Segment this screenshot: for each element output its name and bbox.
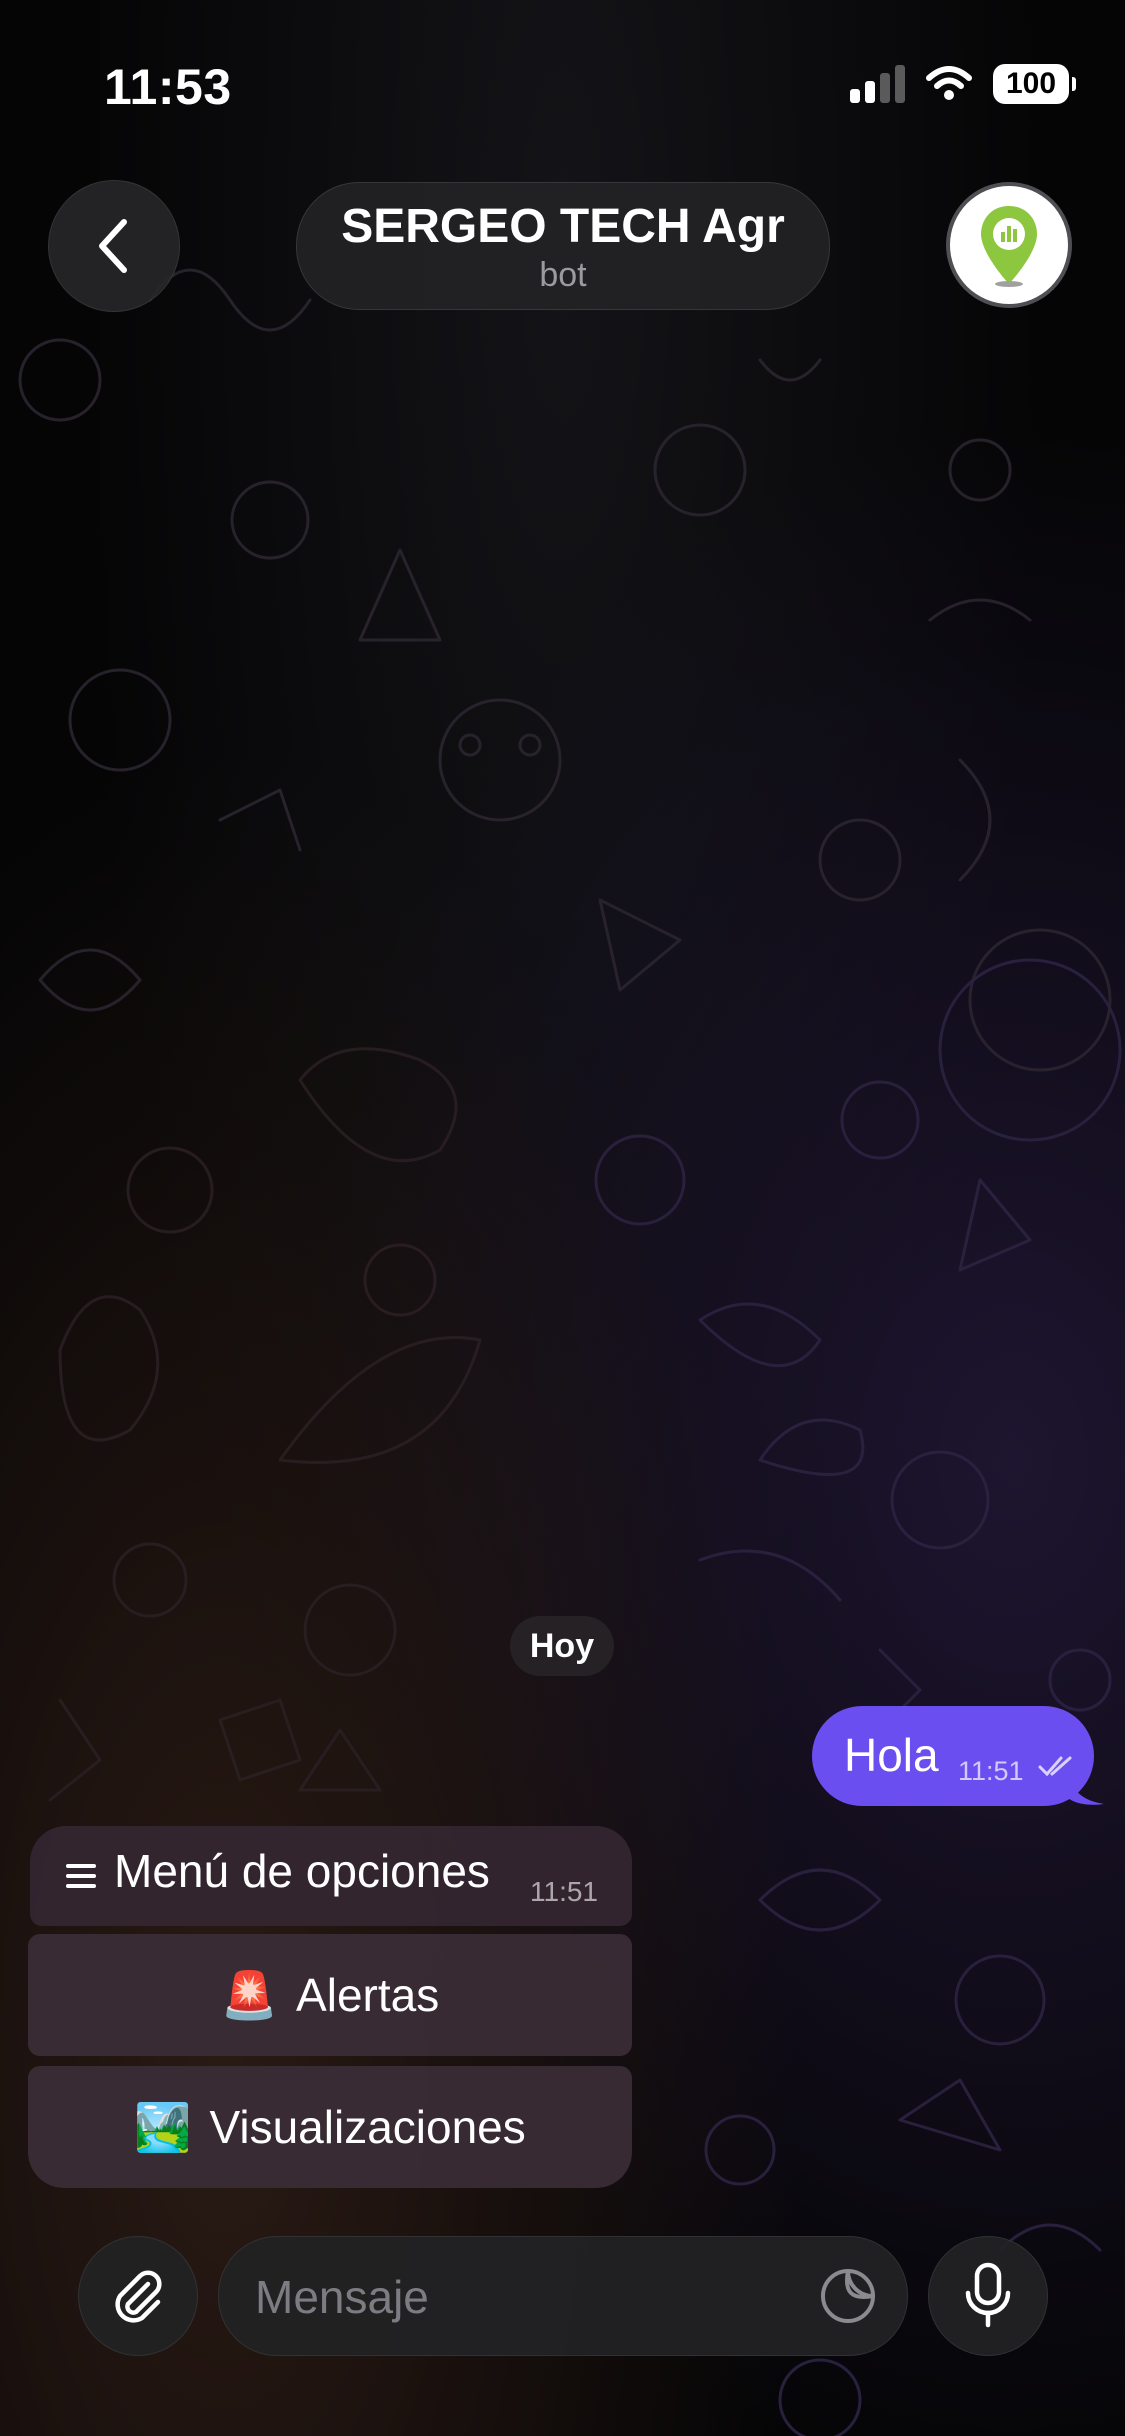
message-composer <box>218 2236 908 2356</box>
message-time: 11:51 <box>958 1756 1024 1786</box>
microphone-icon <box>965 2262 1011 2328</box>
alertas-button[interactable]: 🚨 Alertas <box>28 1934 632 2056</box>
chat-header-title[interactable]: SERGEO TECH Agr bot <box>296 182 830 310</box>
visualizaciones-button[interactable]: 🏞️ Visualizaciones <box>28 2066 632 2188</box>
siren-emoji-icon: 🚨 <box>220 1968 279 2021</box>
date-separator: Hoy <box>510 1616 614 1676</box>
landscape-emoji-icon: 🏞️ <box>134 2100 192 2153</box>
message-time: 11:51 <box>530 1876 598 1907</box>
sticker-icon <box>821 2269 875 2323</box>
chat-screen: 11:53 100 SERGEO TECH Agr bot Hoy Hola 1… <box>0 0 1125 2436</box>
back-button[interactable] <box>48 180 180 312</box>
chevron-left-icon <box>99 219 127 273</box>
map-pin-logo <box>981 206 1037 287</box>
button-label: Visualizaciones <box>209 2101 526 2153</box>
status-time: 11:53 <box>104 59 232 115</box>
incoming-message[interactable]: Menú de opciones 11:51 <box>30 1826 632 1926</box>
microphone-button[interactable] <box>928 2236 1048 2356</box>
chat-subtitle: bot <box>539 256 587 294</box>
message-input[interactable] <box>253 2261 797 2333</box>
cellular-signal-icon <box>850 65 905 103</box>
button-label: Alertas <box>296 1969 440 2021</box>
battery-icon: 100 <box>993 64 1076 104</box>
wifi-icon <box>926 66 972 100</box>
avatar[interactable] <box>946 182 1072 308</box>
paperclip-icon <box>115 2270 162 2323</box>
status-icons: 100 <box>850 64 1076 104</box>
sticker-button[interactable] <box>817 2265 879 2327</box>
message-text: Hola <box>844 1729 939 1781</box>
chat-title: SERGEO TECH Agr <box>341 200 785 253</box>
battery-level: 100 <box>1005 67 1057 100</box>
message-text: Menú de opciones <box>114 1845 490 1897</box>
menu-lines-icon <box>66 1864 96 1888</box>
bubble-tail <box>1068 1770 1104 1805</box>
outgoing-message[interactable]: Hola 11:51 <box>812 1706 1094 1806</box>
attach-button[interactable] <box>78 2236 198 2356</box>
status-bar: 11:53 100 <box>0 0 1125 150</box>
